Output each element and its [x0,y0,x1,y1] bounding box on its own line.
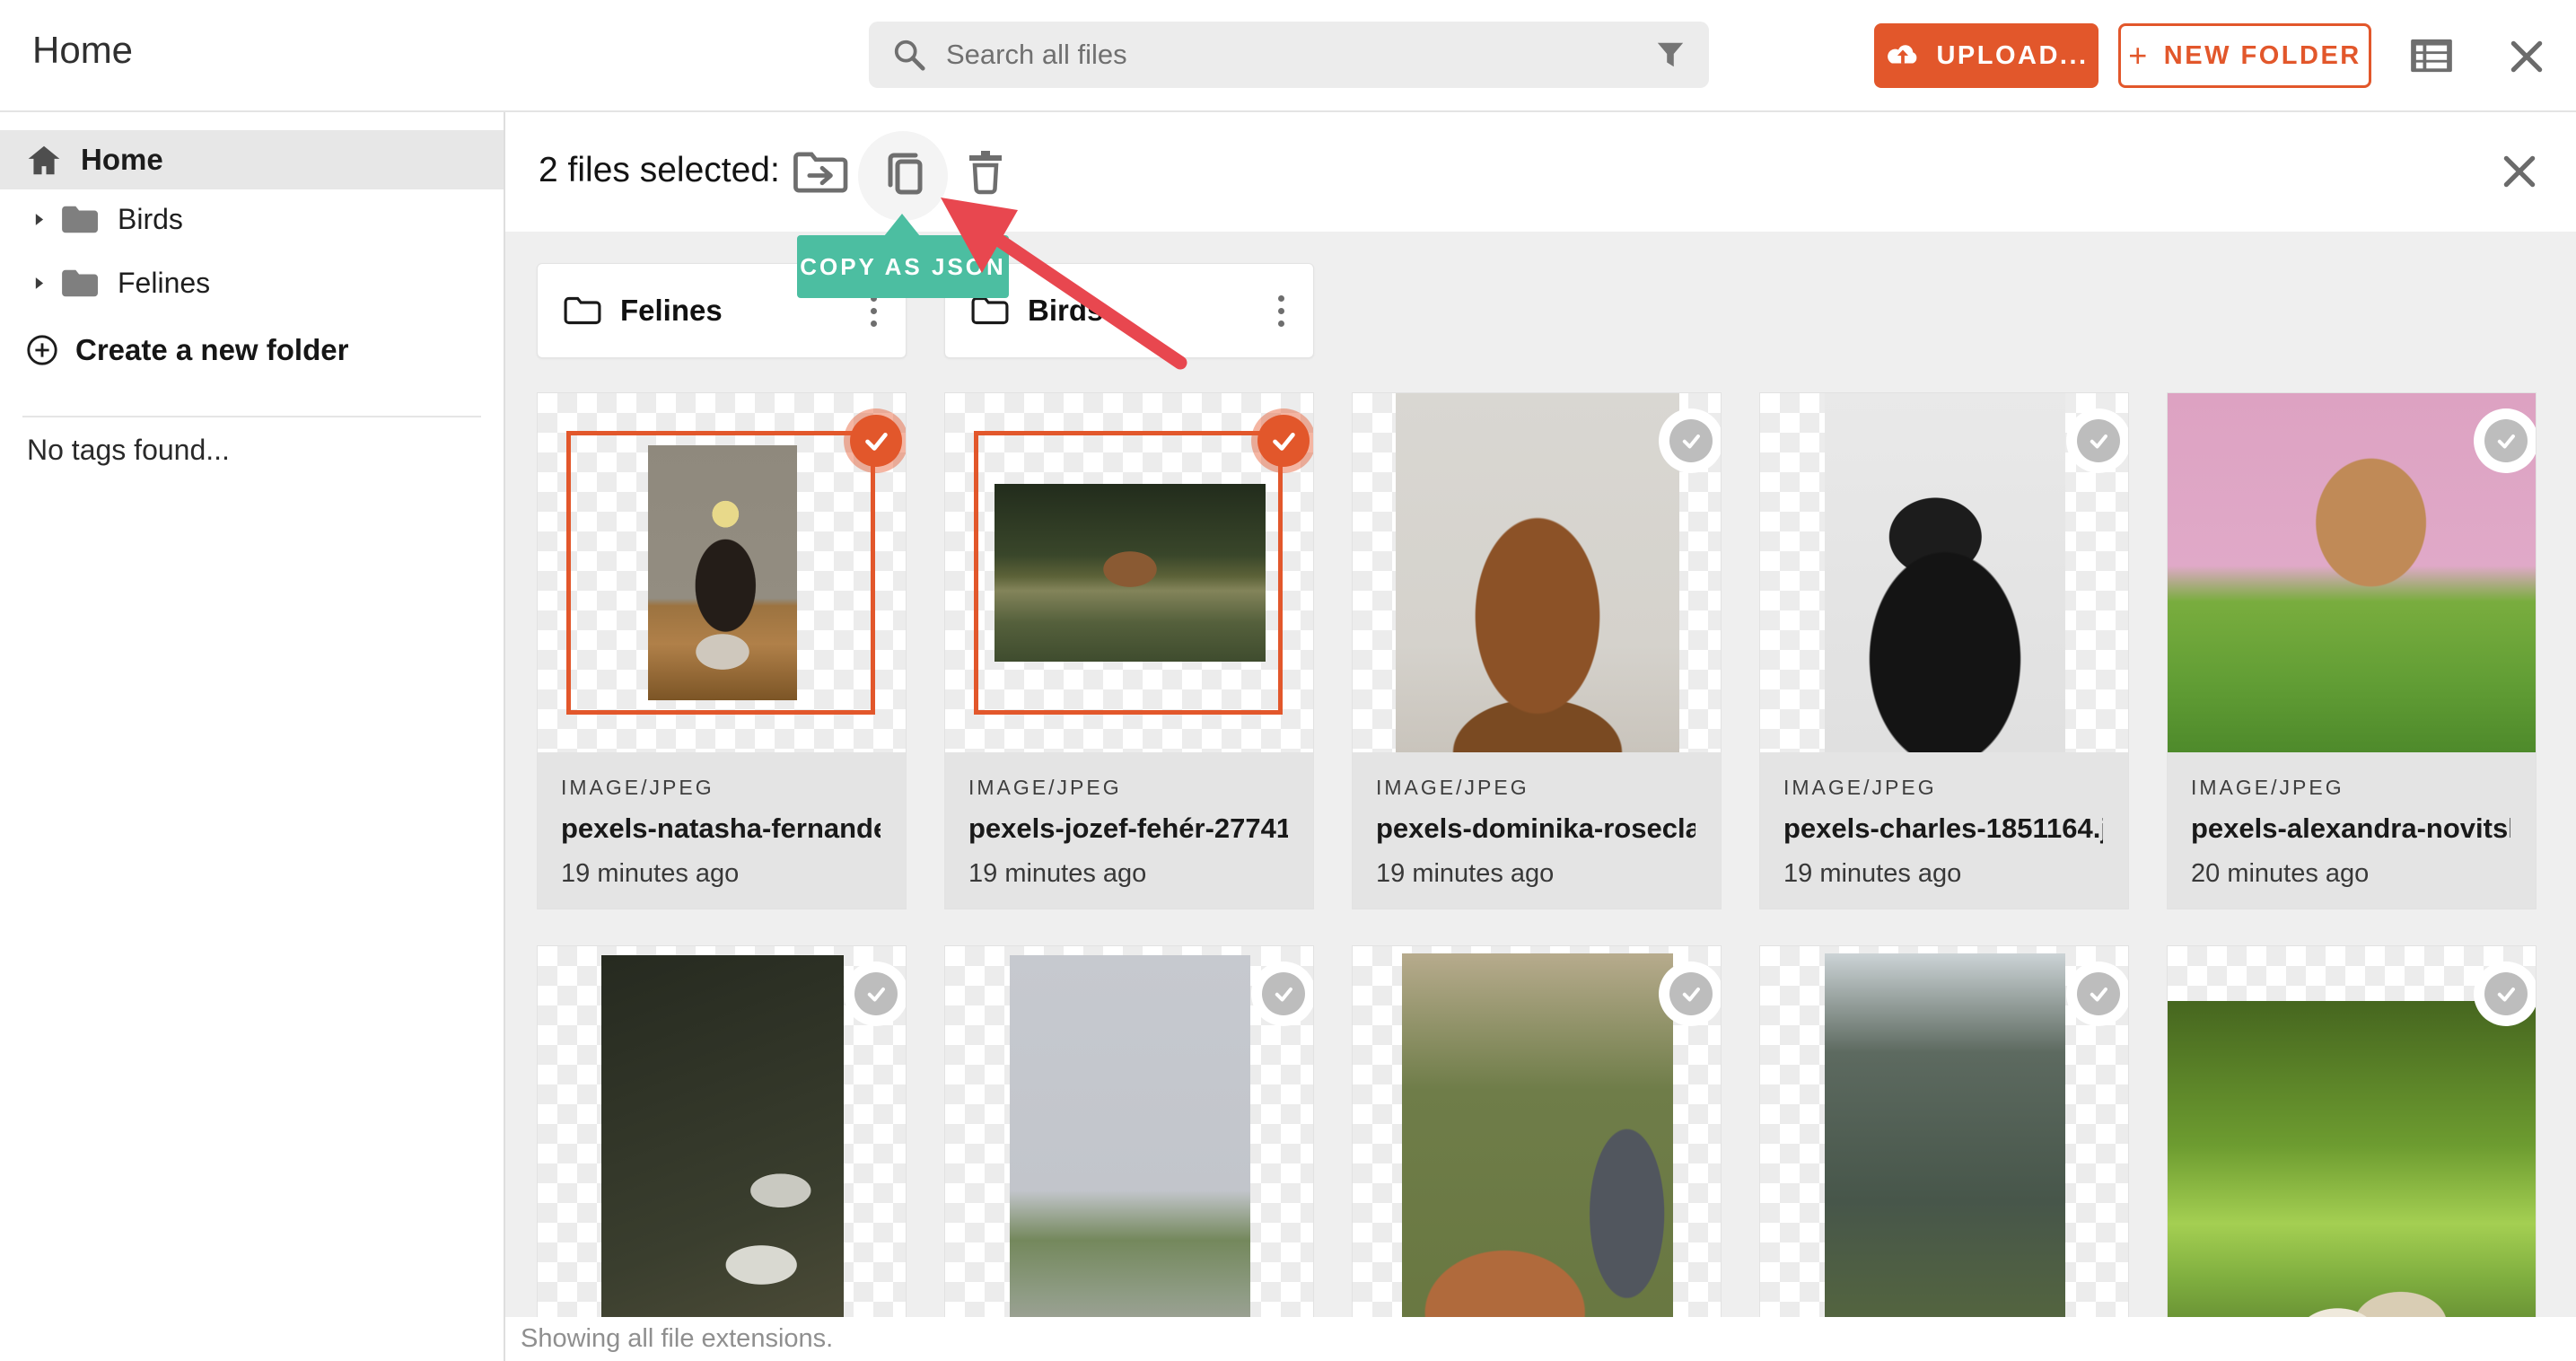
file-card-selected[interactable]: IMAGE/JPEG pexels-jozef-fehér-2774140.jp… [944,392,1314,909]
selected-check-badge[interactable] [1251,408,1313,473]
file-card[interactable] [1352,945,1722,1317]
file-type: IMAGE/JPEG [1783,776,1937,799]
file-time: 20 minutes ago [2191,859,2370,888]
close-icon[interactable] [2506,36,2547,77]
delete-button[interactable] [964,147,1007,196]
file-name: pexels-jozef-fehér-2774140.jpg [968,812,1288,844]
search-input[interactable] [944,38,1637,72]
check-icon [867,987,885,1002]
close-selection-icon[interactable] [2499,151,2540,192]
file-card[interactable] [1759,945,2129,1317]
tooltip-arrow-up [884,214,920,236]
selection-count-text: 2 files selected: [539,151,780,189]
unselected-check-badge[interactable] [2474,408,2536,473]
file-card[interactable]: IMAGE/JPEG pexels-dominika-roseclay-8952… [1352,392,1722,909]
upload-button[interactable]: UPLOAD... [1874,23,2098,88]
top-header: Home UPLOAD... + NEW FOLDER [0,0,2576,112]
file-grid-panel: Felines Birds IMAGE/JPEG pexels-natasha-… [505,232,2576,1317]
photo-seagulls [601,955,844,1317]
file-card-selected[interactable]: IMAGE/JPEG pexels-natasha-fernandez-733.… [537,392,907,909]
photo-dachshund-portrait [1396,393,1679,752]
photo-geese-crossing [1010,955,1250,1317]
check-icon [865,433,888,451]
unselected-check-badge[interactable] [844,961,906,1026]
sidebar: Home Birds Felines Create a new folder N… [0,112,505,1361]
check-icon [1682,434,1700,449]
page-title: Home [32,29,134,71]
folder-name: Felines [620,294,723,327]
unselected-check-badge[interactable] [2066,961,2128,1026]
unselected-check-badge[interactable] [2474,961,2536,1026]
sidebar-item-home[interactable]: Home [0,130,504,189]
file-type: IMAGE/JPEG [968,776,1122,799]
file-name: pexels-natasha-fernandez-733... [561,812,881,844]
photo-lambs [2168,1001,2536,1317]
file-name: pexels-dominika-roseclay-8952... [1376,812,1695,844]
file-time: 19 minutes ago [968,859,1147,888]
folder-icon [62,269,98,297]
check-icon [1273,433,1295,451]
unselected-check-badge[interactable] [1659,408,1721,473]
photo-dog-swimming [994,484,1266,662]
chevron-right-icon[interactable] [34,277,44,290]
cloud-upload-icon [1888,45,1917,64]
file-type: IMAGE/JPEG [561,776,714,799]
unselected-check-badge[interactable] [1251,961,1313,1026]
photo-dachshund-party-hat [648,445,797,700]
file-card[interactable] [2167,945,2537,1317]
circle-plus-icon [27,335,57,365]
check-icon [2497,434,2515,449]
chevron-right-icon[interactable] [34,213,44,226]
copy-button[interactable] [881,147,928,198]
file-card[interactable]: IMAGE/JPEG pexels-alexandra-novitskaya-2… [2167,392,2537,909]
no-tags-text: No tags found... [27,434,230,466]
file-card[interactable]: IMAGE/JPEG pexels-charles-1851164.jpg 19… [1759,392,2129,909]
check-icon [1682,987,1700,1002]
list-view-toggle-icon[interactable] [2409,38,2454,74]
check-icon [2090,987,2107,1002]
plus-icon: + [2128,37,2150,74]
file-card[interactable] [537,945,907,1317]
file-time: 19 minutes ago [1783,859,1962,888]
search-icon [894,40,925,71]
new-folder-button[interactable]: + NEW FOLDER [2118,23,2371,88]
sidebar-item-felines[interactable]: Felines [0,256,210,310]
file-card[interactable] [944,945,1314,1317]
check-icon [2090,434,2107,449]
folder-outline-icon [564,296,601,325]
photo-kangaroo [1402,953,1673,1317]
file-type: IMAGE/JPEG [2191,776,2344,799]
photo-white-deer [1825,953,2065,1317]
file-name: pexels-charles-1851164.jpg [1783,812,2103,844]
home-icon [28,145,60,174]
status-text: Showing all file extensions. [521,1324,834,1353]
sidebar-item-birds[interactable]: Birds [0,192,183,246]
check-icon [2497,987,2515,1002]
move-to-folder-button[interactable] [792,149,853,196]
file-time: 19 minutes ago [561,859,740,888]
file-time: 19 minutes ago [1376,859,1555,888]
file-row: IMAGE/JPEG pexels-natasha-fernandez-733.… [537,392,2537,909]
file-row [537,945,2537,1317]
folder-icon [62,206,98,233]
filter-icon[interactable] [1655,40,1686,70]
file-type: IMAGE/JPEG [1376,776,1529,799]
annotation-arrow [941,198,1187,370]
sidebar-divider [22,416,481,417]
status-bar: Showing all file extensions. [505,1317,2576,1361]
create-new-folder-button[interactable]: Create a new folder [0,323,348,377]
unselected-check-badge[interactable] [2066,408,2128,473]
unselected-check-badge[interactable] [1659,961,1721,1026]
search-bar[interactable] [869,22,1709,88]
photo-black-pug [1825,393,2065,752]
file-name: pexels-alexandra-novitskaya-2... [2191,812,2510,844]
folder-menu-kebab-icon[interactable] [1271,288,1292,334]
check-icon [1275,987,1292,1002]
selected-check-badge[interactable] [844,408,906,473]
